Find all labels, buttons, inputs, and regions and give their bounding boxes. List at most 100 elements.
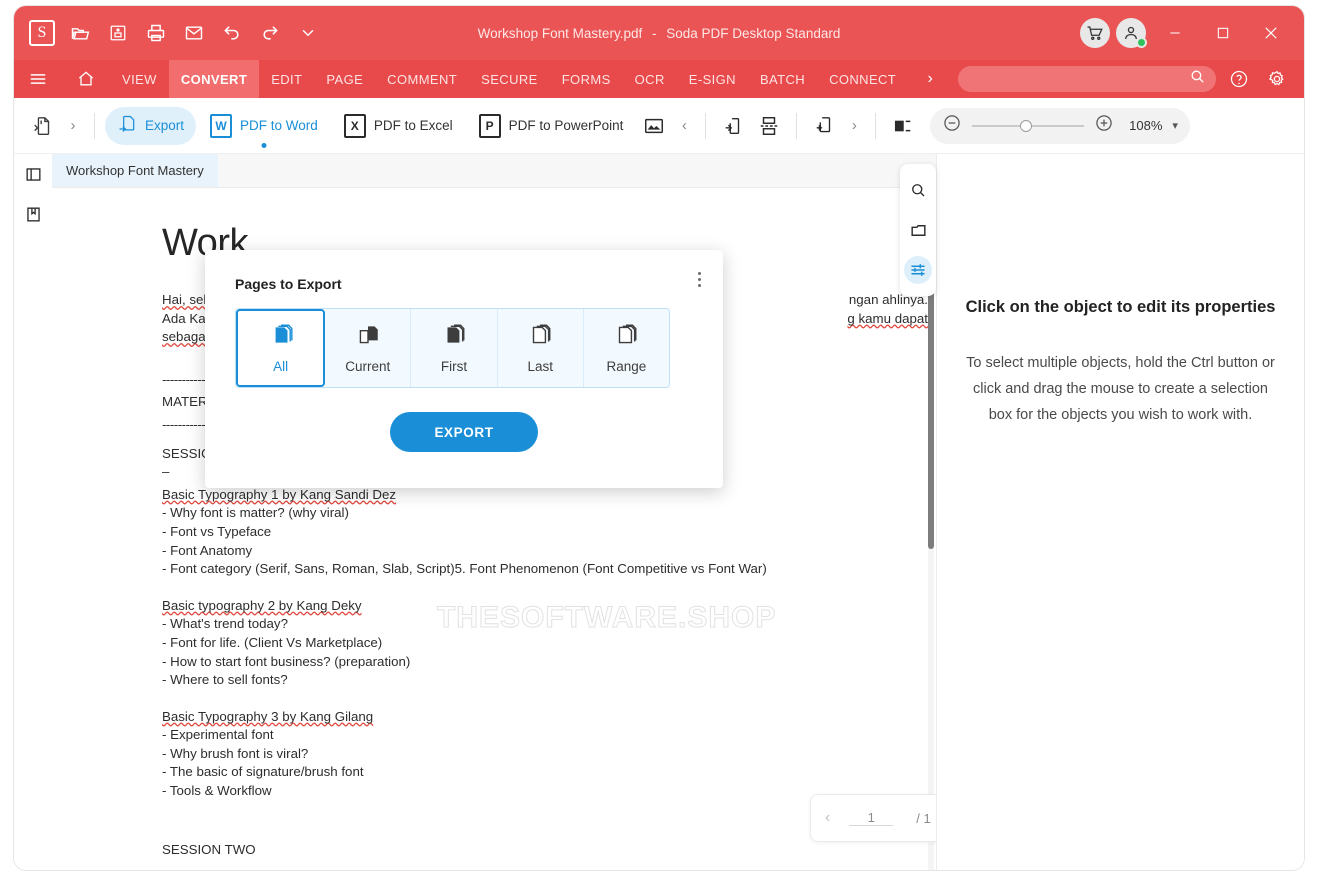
redo-icon[interactable] bbox=[252, 15, 288, 51]
zoom-dropdown-caret-icon[interactable]: ▾ bbox=[1172, 119, 1178, 132]
minimize-button[interactable] bbox=[1156, 14, 1194, 52]
session-two-heading: SESSION TWO bbox=[162, 841, 928, 860]
window-title-app: Soda PDF Desktop Standard bbox=[666, 26, 840, 41]
pdf-to-word-label: PDF to Word bbox=[240, 118, 318, 133]
undo-icon[interactable] bbox=[214, 15, 250, 51]
pdf-to-powerpoint-label: PDF to PowerPoint bbox=[509, 118, 624, 133]
split-pdf-icon[interactable] bbox=[752, 109, 786, 143]
menu-item-batch[interactable]: BATCH bbox=[748, 60, 817, 98]
excel-format-icon: X bbox=[344, 114, 366, 138]
bookmark-icon[interactable] bbox=[14, 194, 52, 234]
menu-item-esign[interactable]: E-SIGN bbox=[677, 60, 748, 98]
pages-option-first[interactable]: First bbox=[411, 309, 497, 387]
pdf-to-powerpoint-button[interactable]: P PDF to PowerPoint bbox=[467, 107, 636, 145]
page-thumbnail-icon[interactable] bbox=[900, 210, 936, 250]
export-confirm-button[interactable]: EXPORT bbox=[390, 412, 538, 452]
block-1-line-1: - Why font is matter? (why viral) bbox=[162, 504, 928, 523]
gear-icon[interactable] bbox=[1262, 69, 1292, 89]
toolbar-divider-2 bbox=[705, 113, 706, 139]
pages-option-range[interactable]: Range bbox=[584, 309, 669, 387]
menu-item-edit[interactable]: EDIT bbox=[259, 60, 314, 98]
properties-sliders-icon[interactable] bbox=[900, 250, 936, 290]
user-account-icon[interactable] bbox=[1116, 18, 1146, 48]
menu-item-secure[interactable]: SECURE bbox=[469, 60, 550, 98]
block-1: Basic Typography 1 by Kang Sandi Dez - W… bbox=[162, 486, 928, 579]
pages-last-icon bbox=[527, 322, 553, 351]
document-tab[interactable]: Workshop Font Mastery bbox=[52, 154, 218, 187]
menu-overflow-chevron-right-icon[interactable]: › bbox=[908, 60, 952, 98]
zoom-level-value: 108% bbox=[1124, 118, 1162, 133]
shopping-cart-icon[interactable] bbox=[1080, 18, 1110, 48]
create-pdf-icon[interactable] bbox=[716, 109, 750, 143]
pages-option-all[interactable]: All bbox=[236, 309, 325, 387]
block-2-title: Basic typography 2 by Kang Deky bbox=[162, 597, 928, 616]
menu-item-view[interactable]: VIEW bbox=[110, 60, 169, 98]
toolbar-expand-chevron-right-icon[interactable]: › bbox=[62, 117, 84, 134]
titlebar-right-group bbox=[1080, 14, 1304, 52]
search-document-icon[interactable] bbox=[900, 170, 936, 210]
dialog-title: Pages to Export bbox=[235, 276, 693, 292]
intro-line-2-right: g kamu dapat bbox=[847, 310, 928, 329]
block-3-title: Basic Typography 3 by Kang Gilang bbox=[162, 708, 928, 727]
convert-from-icon[interactable] bbox=[26, 109, 60, 143]
panel-layout-icon[interactable] bbox=[886, 109, 920, 143]
pdf-to-excel-button[interactable]: X PDF to Excel bbox=[332, 107, 465, 145]
zoom-slider[interactable] bbox=[972, 125, 1084, 127]
toolbar-more-chevron-right-icon[interactable]: › bbox=[843, 117, 865, 134]
print-icon[interactable] bbox=[138, 15, 174, 51]
pages-range-icon bbox=[613, 322, 639, 351]
home-icon[interactable] bbox=[62, 60, 110, 98]
toolbar-divider-3 bbox=[796, 113, 797, 139]
save-icon[interactable] bbox=[100, 15, 136, 51]
pages-to-export-dialog: Pages to Export All bbox=[205, 250, 723, 488]
panel-toggle-icon[interactable] bbox=[14, 154, 52, 194]
toolbar-divider bbox=[94, 113, 95, 139]
toolbar-divider-4 bbox=[875, 113, 876, 139]
right-sidebar-rail bbox=[900, 164, 936, 296]
menu-item-page[interactable]: PAGE bbox=[314, 60, 375, 98]
menu-item-comment[interactable]: COMMENT bbox=[375, 60, 469, 98]
help-circle-icon[interactable] bbox=[1224, 69, 1254, 89]
block-3-line-2: - Why brush font is viral? bbox=[162, 745, 928, 764]
zoom-slider-handle[interactable] bbox=[1020, 120, 1032, 132]
block-2-line-3: - How to start font business? (preparati… bbox=[162, 653, 928, 672]
menu-item-connect[interactable]: CONNECT bbox=[817, 60, 908, 98]
properties-panel: Click on the object to edit its properti… bbox=[936, 154, 1304, 870]
pages-option-current-label: Current bbox=[345, 359, 390, 374]
chevron-down-icon[interactable] bbox=[290, 15, 326, 51]
pages-option-current[interactable]: Current bbox=[325, 309, 411, 387]
page-navigation: ‹ 1 / 1 › bbox=[810, 794, 936, 842]
menu-item-ocr[interactable]: OCR bbox=[623, 60, 677, 98]
close-button[interactable] bbox=[1252, 14, 1290, 52]
soda-logo-letter: S bbox=[29, 20, 55, 46]
export-icon bbox=[117, 114, 137, 137]
pdf-to-word-button[interactable]: W PDF to Word bbox=[198, 107, 330, 145]
block-1-line-4: - Font category (Serif, Sans, Roman, Sla… bbox=[162, 560, 928, 579]
pages-all-icon bbox=[268, 322, 294, 351]
selected-indicator-dot bbox=[261, 143, 266, 148]
app-logo: S bbox=[24, 15, 60, 51]
zoom-out-minus-circle-icon[interactable] bbox=[942, 113, 962, 138]
export-button[interactable]: Export bbox=[105, 107, 196, 145]
current-page-input[interactable]: 1 bbox=[849, 810, 893, 826]
left-sidebar-rail bbox=[14, 154, 52, 870]
menu-item-forms[interactable]: FORMS bbox=[550, 60, 623, 98]
zoom-in-plus-circle-icon[interactable] bbox=[1094, 113, 1114, 138]
email-icon[interactable] bbox=[176, 15, 212, 51]
menu-icon[interactable] bbox=[14, 60, 62, 98]
search-icon[interactable] bbox=[1189, 68, 1206, 90]
combine-pdf-icon[interactable] bbox=[807, 109, 841, 143]
pages-option-group: All Current bbox=[235, 308, 670, 388]
more-options-icon[interactable] bbox=[698, 272, 701, 287]
search-bar[interactable] bbox=[958, 66, 1216, 92]
pages-option-last[interactable]: Last bbox=[498, 309, 584, 387]
pdf-to-image-icon[interactable] bbox=[637, 109, 671, 143]
toolbar-collapse-chevron-left-icon[interactable]: ‹ bbox=[673, 117, 695, 134]
open-folder-icon[interactable] bbox=[62, 15, 98, 51]
maximize-button[interactable] bbox=[1204, 14, 1242, 52]
properties-panel-description: To select multiple objects, hold the Ctr… bbox=[963, 350, 1278, 428]
menu-item-convert[interactable]: CONVERT bbox=[169, 60, 259, 98]
search-input[interactable] bbox=[968, 72, 1189, 86]
previous-page-button[interactable]: ‹ bbox=[825, 809, 830, 827]
properties-panel-title: Click on the object to edit its properti… bbox=[963, 294, 1278, 320]
